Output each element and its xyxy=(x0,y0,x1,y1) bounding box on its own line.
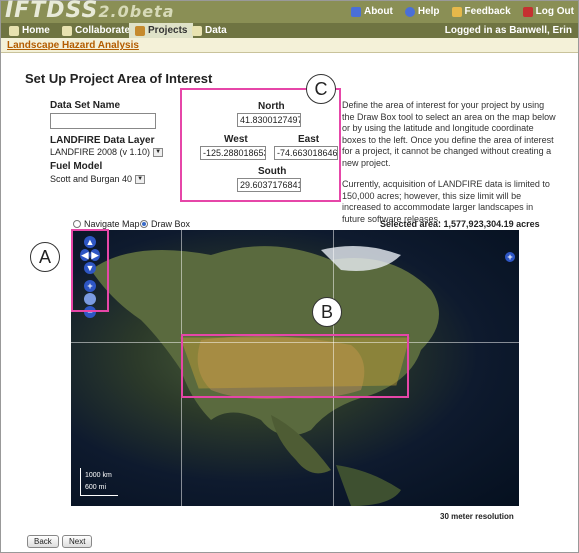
east-input[interactable]: -74.66301864627 xyxy=(274,146,338,160)
west-label: West xyxy=(224,134,248,145)
page-title: Set Up Project Area of Interest xyxy=(25,71,213,86)
callout-a: A xyxy=(30,242,60,272)
scale-mi: 600 mi xyxy=(85,484,107,491)
tab-data[interactable]: Data xyxy=(186,23,233,38)
draw-box-radio[interactable]: Draw Box xyxy=(140,219,190,229)
tab-home[interactable]: Home xyxy=(3,23,56,38)
south-label: South xyxy=(258,166,287,177)
data-icon xyxy=(192,25,202,36)
breadcrumb[interactable]: Landscape Hazard Analysis xyxy=(7,40,139,51)
description-paragraph-1: Define the area of interest for your pro… xyxy=(342,100,556,168)
navigate-map-radio[interactable]: Navigate Map xyxy=(73,219,140,229)
feedback-icon xyxy=(451,6,462,17)
dataset-name-label: Data Set Name xyxy=(50,100,121,111)
top-links: About Help Feedback Log Out xyxy=(350,6,574,17)
controls-highlight xyxy=(71,229,109,312)
sub-bar: Landscape Hazard Analysis xyxy=(1,38,578,53)
landfire-select[interactable]: LANDFIRE 2008 (v 1.10) ▼ xyxy=(50,147,164,157)
east-label: East xyxy=(298,134,320,145)
north-label: North xyxy=(258,101,285,112)
about-link[interactable]: About xyxy=(350,6,393,17)
help-icon xyxy=(404,6,415,17)
callout-b: B xyxy=(312,297,342,327)
logged-in-status: Logged in as Banwell, Erin xyxy=(444,25,572,36)
app-logo: IFTDSS2.0beta xyxy=(5,0,175,23)
resolution-label: 30 meter resolution xyxy=(440,512,514,521)
chevron-down-icon: ▼ xyxy=(153,147,164,157)
about-icon xyxy=(350,6,361,17)
tab-projects[interactable]: Projects xyxy=(129,23,194,38)
radio-off-icon xyxy=(73,220,81,228)
callout-c: C xyxy=(306,74,336,104)
scale-km: 1000 km xyxy=(85,472,112,479)
selection-highlight xyxy=(181,334,409,398)
next-button[interactable]: Next xyxy=(62,535,93,548)
help-link[interactable]: Help xyxy=(404,6,440,17)
fuel-model-select[interactable]: Scott and Burgan 40 ▼ xyxy=(50,174,146,184)
south-america-landmass xyxy=(336,465,401,506)
dataset-name-input[interactable] xyxy=(50,113,156,129)
west-input[interactable]: -125.2880186533 xyxy=(200,146,266,160)
south-input[interactable]: 29.603717684159 xyxy=(237,178,301,192)
home-icon xyxy=(9,25,19,36)
top-bar: IFTDSS2.0beta About Help Feedback Log Ou… xyxy=(1,0,578,23)
back-button[interactable]: Back xyxy=(27,535,59,548)
fuel-model-label: Fuel Model xyxy=(50,161,103,172)
chevron-down-icon: ▼ xyxy=(135,174,146,184)
north-input[interactable]: 41.830012749778 xyxy=(237,113,301,127)
map-expand-icon[interactable]: + xyxy=(505,252,515,262)
collaborate-icon xyxy=(62,25,72,36)
landfire-label: LANDFIRE Data Layer xyxy=(50,135,155,146)
projects-icon xyxy=(135,25,145,36)
selected-area: Selected area: 1,577,923,304.19 acres xyxy=(380,219,540,229)
nav-bar: Home Collaborate Projects Data Logged in… xyxy=(1,23,578,38)
logout-link[interactable]: Log Out xyxy=(522,6,574,17)
description: Define the area of interest for your pro… xyxy=(342,100,557,235)
radio-on-icon xyxy=(140,220,148,228)
logout-icon xyxy=(522,6,533,17)
map-scale-bar: 1000 km 600 mi xyxy=(80,468,118,496)
tab-collaborate[interactable]: Collaborate xyxy=(56,23,136,38)
feedback-link[interactable]: Feedback xyxy=(451,6,511,17)
